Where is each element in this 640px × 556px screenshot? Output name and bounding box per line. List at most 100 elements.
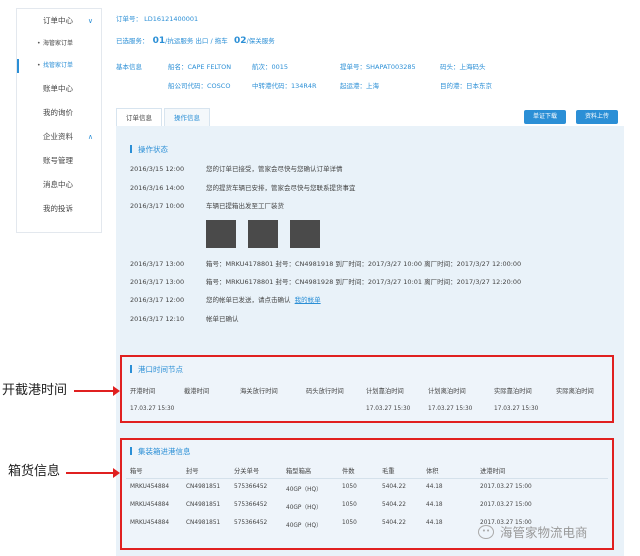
cell-value: 17.03.27 15:30 (428, 406, 473, 412)
divider (126, 478, 608, 479)
sidebar-sub-item[interactable]: 海管家订单 (17, 33, 101, 55)
log-time: 2016/3/16 14:00 (130, 184, 185, 192)
sidebar-item-bills[interactable]: 账单中心 (17, 77, 101, 101)
order-number-row: 订单号： LD16121400001 (116, 13, 198, 23)
port-time-title: 港口时间节点 (130, 365, 183, 374)
column-header: 计划靠泊时间 (366, 388, 404, 395)
tab-operation-info[interactable]: 操作信息 (164, 108, 210, 126)
table-cell: CN4981851 (186, 502, 221, 508)
sidebar-item-account[interactable]: 账号管理 (17, 149, 101, 173)
log-time: 2016/3/17 12:00 (130, 296, 185, 304)
sidebar-sub-item-active[interactable]: 找管家订单 (17, 55, 101, 77)
table-cell: 40GP（HQ） (286, 523, 322, 529)
cell-value: 17.03.27 15:30 (366, 406, 411, 412)
sidebar-enterprise[interactable]: 企业资料 ∧ (17, 125, 101, 149)
upload-documents-button[interactable]: 资料上传 (576, 110, 618, 124)
sidebar-item-complaints[interactable]: 我的投诉 (17, 197, 101, 221)
column-header: 封号 (186, 468, 199, 475)
operation-status-title: 操作状态 (130, 145, 168, 154)
table-cell: 575366452 (234, 502, 268, 508)
chevron-down-icon: ∨ (87, 17, 93, 25)
chevron-up-icon: ∧ (87, 133, 93, 141)
log-text: 箱号：MRKU6178801 封号：CN4981928 到厂时间：2017/3/… (206, 278, 522, 286)
port-of-loading: 起运港：上海 (340, 82, 379, 90)
arrow-icon (74, 386, 120, 396)
column-header: 件数 (342, 468, 355, 475)
table-cell: MRKU454884 (130, 484, 170, 490)
log-entry: 2016/3/16 14:00 您的提货车辆已安排，管家会尽快与您联系提货事宜 (130, 182, 356, 192)
table-cell: 1050 (342, 520, 357, 526)
sidebar-item-inquiry[interactable]: 我的询价 (17, 101, 101, 125)
sidebar: 订单中心 ∨ 海管家订单 找管家订单 账单中心 我的询价 企业资料 ∧ 账号管理… (16, 8, 102, 233)
log-time: 2016/3/17 10:00 (130, 202, 185, 210)
tab-bar: 订单信息 操作信息 (116, 108, 212, 126)
arrow-icon (66, 468, 120, 478)
log-entry: 2016/3/17 13:00 箱号：MRKU6178801 封号：CN49819… (130, 276, 521, 286)
table-cell: 1050 (342, 502, 357, 508)
log-entry: 2016/3/17 13:00 箱号：MRKU4178801 封号：CN49819… (130, 258, 521, 268)
carrier-code: 船公司代码：COSCO (168, 82, 231, 90)
column-header: 体积 (426, 468, 439, 475)
column-header: 截港时间 (184, 388, 210, 395)
watermark-text: 海管家物流电商 (500, 525, 588, 540)
photo-thumbnail[interactable] (290, 220, 320, 248)
bill-of-lading: 提单号：SHAPAT003285 (340, 63, 416, 71)
photo-thumbnail[interactable] (206, 220, 236, 248)
table-cell: 1050 (342, 484, 357, 490)
cell-value: 17.03.27 15:30 (130, 406, 175, 412)
column-header: 分关单号 (234, 468, 260, 475)
column-header: 开港时间 (130, 388, 156, 395)
log-entry: 2016/3/17 12:10 帐单已确认 (130, 313, 239, 323)
table-cell: CN4981851 (186, 484, 221, 490)
order-number: LD16121400001 (144, 15, 199, 23)
column-header: 计划离泊时间 (428, 388, 466, 395)
log-entry: 2016/3/17 12:00 您的帐单已发送，请点击确认 我的帐单 (130, 294, 321, 304)
basic-info-label: 基本信息 (116, 63, 142, 71)
log-text: 帐单已确认 (206, 315, 239, 323)
my-bill-link[interactable]: 我的帐单 (295, 296, 321, 304)
table-cell: MRKU454884 (130, 502, 170, 508)
log-time: 2016/3/17 13:00 (130, 278, 185, 286)
log-text: 您的帐单已发送，请点击确认 (206, 296, 291, 304)
log-text: 您的提货车辆已安排，管家会尽快与您联系提货事宜 (206, 184, 356, 192)
container-title: 集装箱进港信息 (130, 447, 191, 456)
service-item: /保关服务 (246, 37, 275, 45)
sidebar-order-center-label: 订单中心 (43, 16, 73, 25)
page: 订单中心 ∨ 海管家订单 找管家订单 账单中心 我的询价 企业资料 ∧ 账号管理… (0, 0, 640, 556)
table-cell: 575366452 (234, 484, 268, 490)
watermark: •• 海管家物流电商 (478, 522, 588, 541)
log-text: 车辆已提箱出发至工厂装货 (206, 202, 284, 210)
services-row: 已选服务： 01/抗运服务 出口 / 拖车 02/保关服务 (116, 35, 275, 46)
table-cell: MRKU454884 (130, 520, 170, 526)
log-time: 2016/3/17 13:00 (130, 260, 185, 268)
table-cell: 44.18 (426, 520, 443, 526)
column-header: 码头放行时间 (306, 388, 344, 395)
photo-thumbnail[interactable] (248, 220, 278, 248)
log-time: 2016/3/15 12:00 (130, 165, 185, 173)
table-cell: 40GP（HQ） (286, 487, 322, 493)
annotation-cargo: 箱货信息 (8, 464, 61, 479)
download-documents-button[interactable]: 单证下载 (524, 110, 566, 124)
services-label: 已选服务： (116, 37, 149, 45)
column-header: 实际靠泊时间 (494, 388, 532, 395)
voyage: 航次：0015 (252, 63, 289, 71)
log-text: 箱号：MRKU4178801 封号：CN4981918 到厂时间：2017/3/… (206, 260, 522, 268)
table-cell: 44.18 (426, 502, 443, 508)
column-header: 进港时间 (480, 468, 506, 475)
sidebar-enterprise-label: 企业资料 (43, 132, 73, 141)
terminal: 码头：上海码头 (440, 63, 486, 71)
column-header: 箱号 (130, 468, 143, 475)
destination-port: 目的港：日本东京 (440, 82, 492, 90)
sidebar-item-messages[interactable]: 消息中心 (17, 173, 101, 197)
table-cell: 5404.22 (382, 502, 406, 508)
table-cell: 575366452 (234, 520, 268, 526)
column-header: 实际离泊时间 (556, 388, 594, 395)
cell-value: 17.03.27 15:30 (494, 406, 539, 412)
sidebar-order-center[interactable]: 订单中心 ∨ (17, 9, 101, 33)
tab-order-info[interactable]: 订单信息 (116, 108, 162, 126)
annotation-port-time: 开截港时间 (2, 383, 68, 398)
log-time: 2016/3/17 12:10 (130, 315, 185, 323)
order-number-label: 订单号： (116, 15, 142, 23)
log-entry: 2016/3/17 10:00 车辆已提箱出发至工厂装货 (130, 200, 284, 210)
table-cell: 44.18 (426, 484, 443, 490)
